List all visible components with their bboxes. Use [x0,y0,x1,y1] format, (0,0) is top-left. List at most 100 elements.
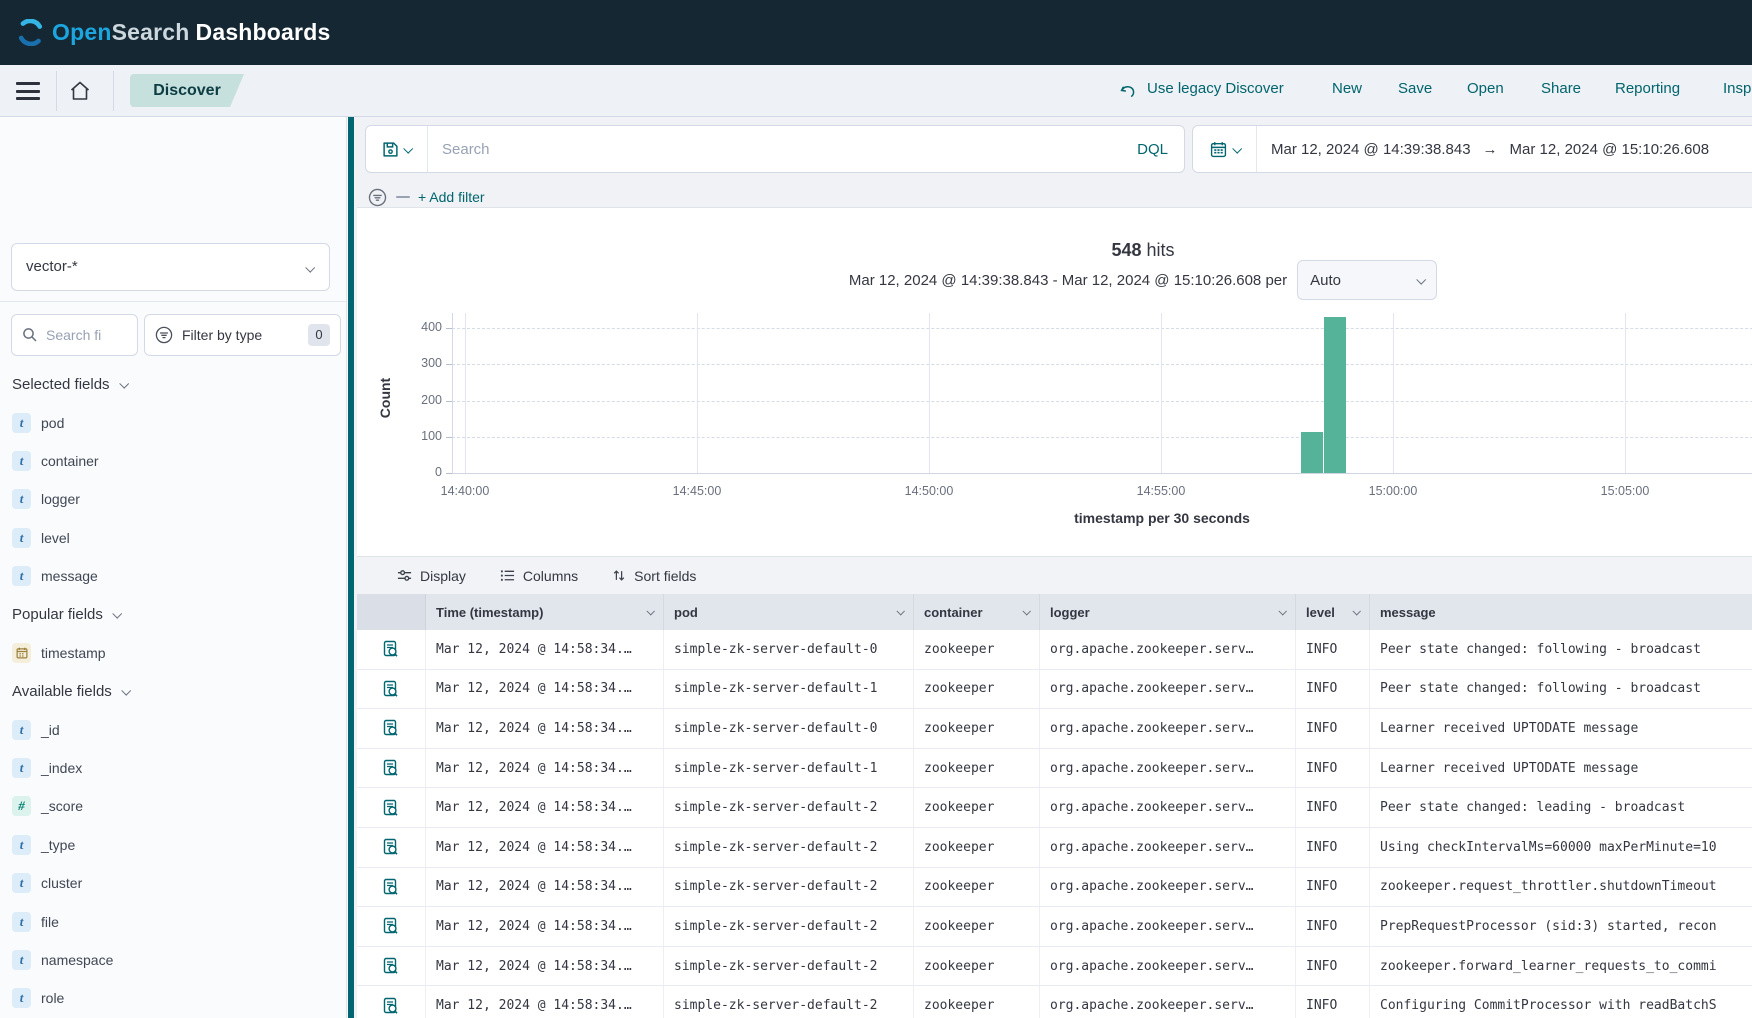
cell-level: INFO [1296,788,1370,827]
x-gridline [1393,313,1394,473]
column-header-message[interactable]: message [1370,594,1752,630]
cell-time: Mar 12, 2024 @ 14:58:34.… [426,947,664,986]
cell-level: INFO [1296,749,1370,788]
new-button[interactable]: New [1332,80,1362,97]
home-icon[interactable] [68,79,92,103]
column-header-container[interactable]: container [914,594,1040,630]
column-header-pod[interactable]: pod [664,594,914,630]
field-name: message [41,568,98,584]
field-item-container[interactable]: tcontainer [0,442,346,480]
expand-document-icon[interactable] [357,788,426,827]
breadcrumb-discover[interactable]: Discover [130,74,244,107]
index-pattern-select[interactable]: vector-* [11,243,330,291]
cell-pod: simple-zk-server-default-2 [664,868,914,907]
field-item-_score[interactable]: #_score [0,787,346,825]
saved-query-menu-button[interactable] [366,126,428,172]
table-row: Mar 12, 2024 @ 14:58:34.…simple-zk-serve… [357,947,1752,987]
expand-document-icon[interactable] [357,947,426,986]
field-item-message[interactable]: tmessage [0,557,346,595]
use-legacy-discover-link[interactable]: Use legacy Discover [1147,80,1284,97]
field-item-_type[interactable]: t_type [0,826,346,864]
save-button[interactable]: Save [1398,80,1432,97]
string-field-icon: t [12,912,31,932]
menu-hamburger-icon[interactable] [16,82,40,100]
cell-container: zookeeper [914,709,1040,748]
column-label: container [924,605,983,620]
expand-document-icon[interactable] [357,670,426,709]
field-item-_index[interactable]: t_index [0,749,346,787]
expand-document-icon[interactable] [357,630,426,669]
calendar-icon [1210,141,1227,158]
field-section-available-fields[interactable]: Available fields [0,672,346,710]
hits-number: 548 [1111,240,1141,260]
field-name: container [41,453,99,469]
chevron-down-icon [1278,607,1286,615]
inspect-button[interactable]: Inspect [1723,80,1752,97]
search-input[interactable] [428,141,1137,158]
field-item-pod[interactable]: tpod [0,403,346,441]
field-search-input[interactable] [46,327,126,343]
histogram-bar[interactable] [1301,432,1323,473]
field-name: _id [41,722,60,738]
column-label: pod [674,605,698,620]
field-item-role[interactable]: trole [0,979,346,1017]
date-to[interactable]: Mar 12, 2024 @ 15:10:26.608 [1510,141,1710,158]
cell-container: zookeeper [914,670,1040,709]
date-from[interactable]: Mar 12, 2024 @ 14:39:38.843 [1271,141,1471,158]
cell-message: Learner received UPTODATE message [1370,749,1752,788]
expand-document-icon[interactable] [357,868,426,907]
columns-button[interactable]: Columns [500,568,578,584]
interval-select[interactable]: Auto [1297,260,1437,300]
field-section-selected-fields[interactable]: Selected fields [0,365,346,403]
field-item-_id[interactable]: t_id [0,711,346,749]
column-label: Time (timestamp) [436,605,543,620]
field-section-popular-fields[interactable]: Popular fields [0,595,346,633]
chart-x-axis-title: timestamp per 30 seconds [1012,510,1312,526]
column-header-level[interactable]: level [1296,594,1370,630]
reporting-button[interactable]: Reporting [1615,80,1680,97]
expand-document-icon[interactable] [357,749,426,788]
column-header-logger[interactable]: logger [1040,594,1296,630]
expand-document-icon[interactable] [357,709,426,748]
field-item-level[interactable]: tlevel [0,519,346,557]
chevron-down-icon [112,609,122,619]
chevron-down-icon [121,686,131,696]
field-item-cluster[interactable]: tcluster [0,864,346,902]
column-label: logger [1050,605,1090,620]
field-search-box[interactable] [11,314,138,356]
chevron-down-icon [1232,143,1242,153]
field-name: logger [41,491,80,507]
x-gridline [1625,313,1626,473]
cell-container: zookeeper [914,828,1040,867]
histogram-bar[interactable] [1324,317,1346,473]
sidebar-resize-handle[interactable] [348,117,354,1018]
cell-logger: org.apache.zookeeper.serv… [1040,709,1296,748]
sidebar-border [346,117,347,1018]
filter-settings-icon[interactable] [368,188,387,207]
column-header-time-timestamp-[interactable]: Time (timestamp) [426,594,664,630]
field-item-timestamp[interactable]: timestamp [0,634,346,672]
field-item-namespace[interactable]: tnamespace [0,941,346,979]
field-name: namespace [41,952,113,968]
date-quick-select-button[interactable] [1193,126,1257,172]
field-item-file[interactable]: tfile [0,902,346,940]
share-button[interactable]: Share [1541,80,1581,97]
display-button[interactable]: Display [397,568,466,584]
add-filter-link[interactable]: + Add filter [418,189,485,205]
x-tick-label: 15:00:00 [1348,484,1438,498]
cell-container: zookeeper [914,868,1040,907]
open-button[interactable]: Open [1467,80,1504,97]
sort-fields-button[interactable]: Sort fields [612,568,696,584]
expand-document-icon[interactable] [357,986,426,1018]
chevron-down-icon [1022,607,1030,615]
expand-document-icon[interactable] [357,828,426,867]
cell-time: Mar 12, 2024 @ 14:58:34.… [426,709,664,748]
table-row: Mar 12, 2024 @ 14:58:34.…simple-zk-serve… [357,868,1752,908]
query-language-button[interactable]: DQL [1137,141,1184,158]
field-item-logger[interactable]: tlogger [0,480,346,518]
cell-pod: simple-zk-server-default-2 [664,947,914,986]
cell-container: zookeeper [914,986,1040,1018]
filter-by-type-button[interactable]: Filter by type 0 [144,314,341,356]
expand-document-icon[interactable] [357,907,426,946]
menu-bar: Discover Use legacy Discover New Save Op… [0,65,1752,117]
